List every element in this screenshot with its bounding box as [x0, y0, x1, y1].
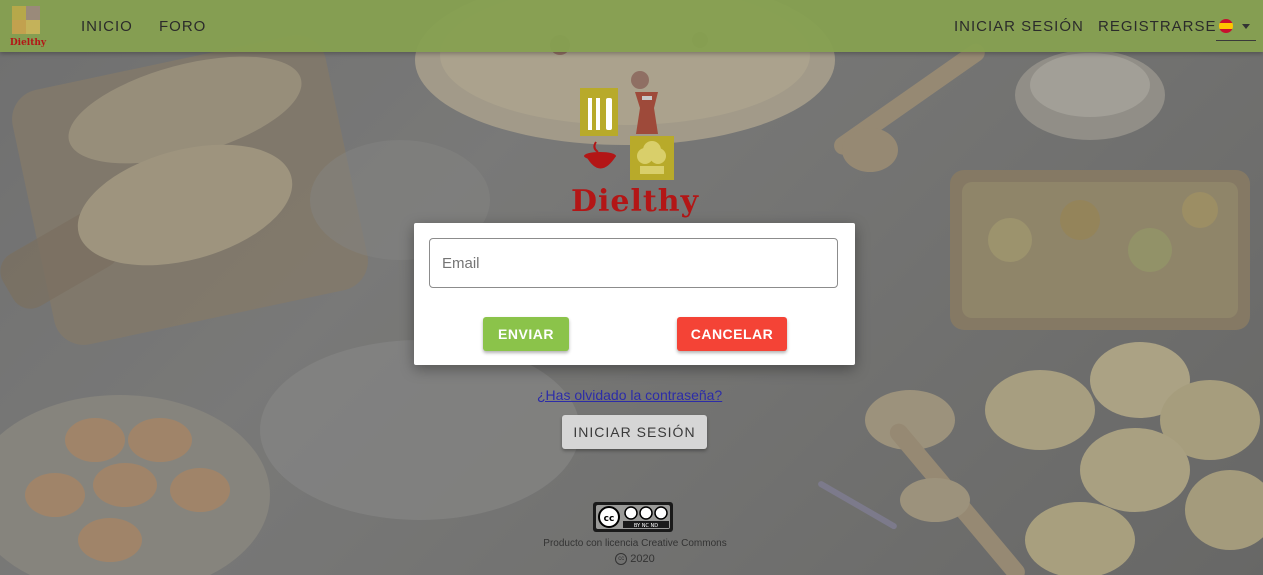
dielthy-logo-icon [580, 88, 674, 180]
navbar-logo[interactable]: Dielthy [8, 4, 48, 48]
nav-link-registrarse[interactable]: REGISTRARSE [1098, 18, 1217, 35]
cc-license-icon: cc BY NC ND [593, 502, 673, 532]
chevron-down-icon [1242, 24, 1250, 29]
spain-flag-icon [1219, 19, 1233, 33]
email-field[interactable] [429, 238, 838, 288]
svg-text:cc: cc [604, 514, 615, 524]
cancel-button[interactable]: CANCELAR [677, 317, 787, 351]
send-button[interactable]: ENVIAR [483, 317, 569, 351]
nav-link-foro[interactable]: FORO [159, 18, 206, 35]
nav-link-inicio[interactable]: INICIO [81, 18, 133, 35]
dielthy-small-logo-icon: Dielthy [10, 6, 47, 48]
nav-link-iniciar-sesion[interactable]: INICIAR SESIÓN [954, 18, 1084, 35]
dielthy-logo: Dielthy [570, 86, 700, 222]
forgot-password-link[interactable]: ¿Has olvidado la contraseña? [537, 387, 737, 403]
copyright-year: 2020 [630, 553, 655, 565]
cc-badge-text: BY NC ND [634, 523, 658, 529]
copyright-cc-icon: cc [615, 553, 628, 566]
brand-name: Dielthy [571, 184, 699, 219]
copyright: cc 2020 [600, 553, 670, 566]
creative-commons-badge[interactable]: cc BY NC ND [593, 502, 673, 532]
svg-text:Dielthy: Dielthy [10, 38, 47, 48]
top-navbar: Dielthy INICIO FORO INICIAR SESIÓN REGIS… [0, 0, 1263, 52]
language-select[interactable] [1216, 14, 1256, 41]
login-button[interactable]: INICIAR SESIÓN [562, 415, 707, 449]
license-text: Producto con licencia Creative Commons [543, 538, 727, 549]
password-recovery-modal: ENVIAR CANCELAR [414, 223, 855, 365]
